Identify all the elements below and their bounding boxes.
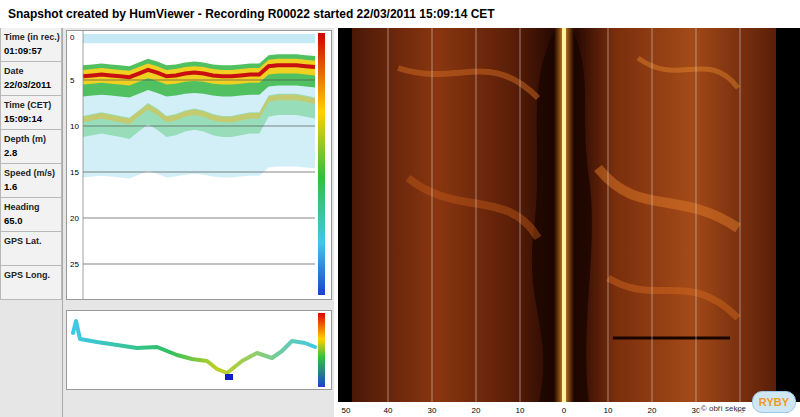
field-value: 15:09:14	[4, 113, 58, 124]
echogram-chart: 0 5 10 15 20 25	[67, 31, 328, 299]
viewer-body: Time (in rec.) 01:09:57 Date 22/03/2011 Time…	[0, 28, 800, 417]
second-echo	[83, 94, 315, 139]
bottom-band	[83, 54, 315, 97]
range-tick: 40	[384, 406, 393, 415]
field-value: 2.8	[4, 147, 58, 158]
info-sidebar: Time (in rec.) 01:09:57 Date 22/03/2011 Time…	[0, 28, 63, 417]
field-label: Depth (m)	[4, 134, 58, 144]
depth-tick: 10	[70, 122, 79, 131]
depth-tick: 15	[70, 168, 79, 177]
sidescan-image: 504030201001020304050	[338, 28, 800, 417]
bottom-line	[83, 65, 315, 77]
range-tick: 20	[648, 406, 657, 415]
range-tick: 10	[516, 406, 525, 415]
watermark-logo: RYBY	[752, 391, 796, 413]
info-field: Heading 65.0	[0, 198, 62, 232]
center-line	[562, 28, 566, 402]
field-label: Speed (m/s)	[4, 168, 58, 178]
field-label: Date	[4, 66, 58, 76]
range-tick: 20	[472, 406, 481, 415]
info-field: Date 22/03/2011	[0, 62, 62, 96]
range-tick: 0	[562, 406, 567, 415]
depth-tick: 5	[70, 76, 75, 85]
info-field: GPS Long.	[0, 266, 62, 300]
info-field: Speed (m/s) 1.6	[0, 164, 62, 198]
track-line	[73, 321, 315, 373]
info-field: Time (in rec.) 01:09:57	[0, 28, 62, 62]
watermark-text: © obří sekce	[699, 404, 748, 413]
range-tick: 30	[428, 406, 437, 415]
field-value	[4, 283, 58, 294]
field-label: GPS Long.	[4, 270, 58, 280]
watermark: © obří sekce RYBY	[699, 391, 796, 413]
track-color-scale	[318, 313, 325, 387]
range-tick: 10	[604, 406, 613, 415]
info-field: Time (CET) 15:09:14	[0, 96, 62, 130]
rope-shadow	[613, 337, 730, 340]
track-panel	[66, 310, 332, 390]
sidescan-panel: 504030201001020304050© obří sekceRYBY	[334, 28, 800, 417]
field-label: GPS Lat.	[4, 236, 58, 246]
echogram-panel: 0 5 10 15 20 25	[66, 30, 332, 300]
depth-tick: 0	[70, 33, 75, 42]
viewer-window: Snapshot created by HumViewer - Recordin…	[0, 0, 800, 417]
title-bar: Snapshot created by HumViewer - Recordin…	[0, 0, 800, 28]
depth-tick: 20	[70, 214, 79, 223]
field-label: Heading	[4, 202, 58, 212]
chart-column: 0 5 10 15 20 25	[63, 28, 334, 417]
field-label: Time (CET)	[4, 100, 58, 110]
boat-marker	[225, 374, 233, 380]
track-map	[67, 311, 328, 389]
info-field: Depth (m) 2.8	[0, 130, 62, 164]
field-value: 22/03/2011	[4, 79, 58, 90]
depth-tick: 25	[70, 260, 79, 269]
info-field: GPS Lat.	[0, 232, 62, 266]
field-value	[4, 249, 58, 260]
field-value: 1.6	[4, 181, 58, 192]
field-label: Time (in rec.)	[4, 32, 58, 42]
field-value: 01:09:57	[4, 45, 58, 56]
color-scale	[318, 33, 325, 295]
range-tick: 50	[342, 406, 351, 415]
field-value: 65.0	[4, 215, 58, 226]
